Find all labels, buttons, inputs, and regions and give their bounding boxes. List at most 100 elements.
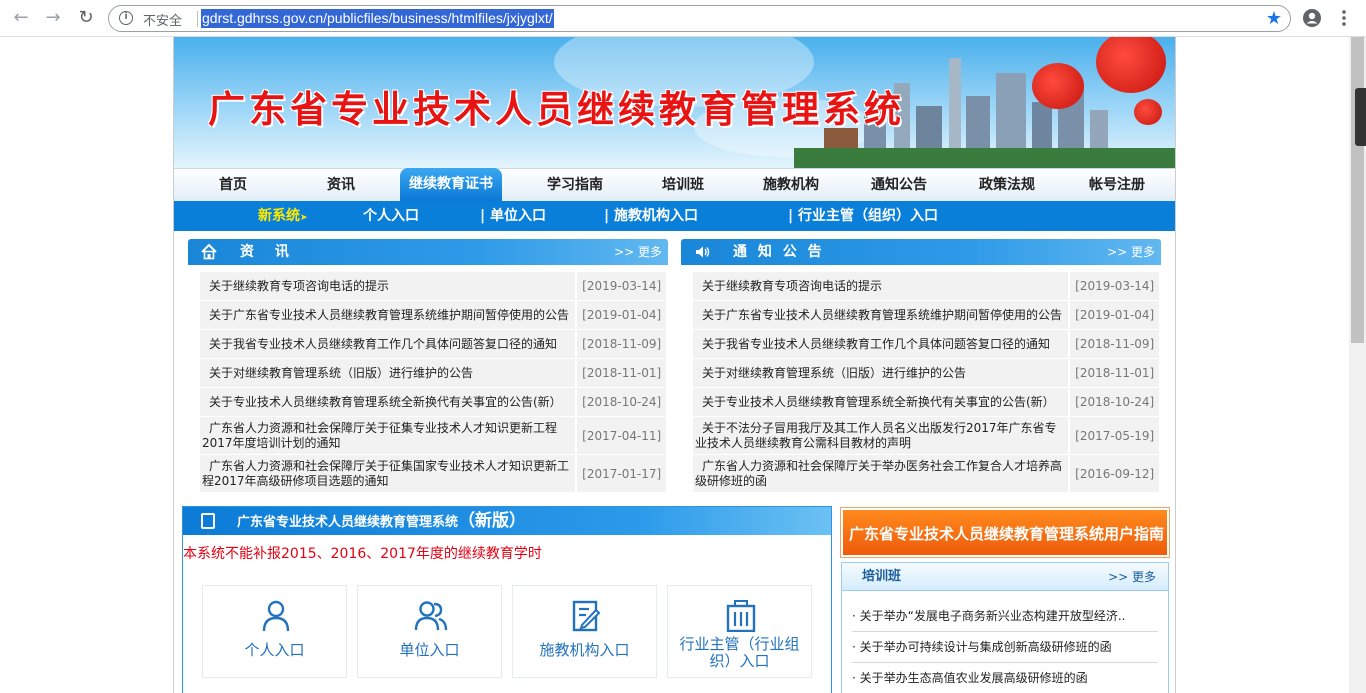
- news-panel-title: 资 讯: [240, 244, 297, 260]
- speaker-icon: [693, 243, 711, 261]
- training-box-header: 培训班 >> 更多: [842, 563, 1168, 591]
- notice-more-link[interactable]: >> 更多: [1107, 239, 1155, 265]
- info-icon[interactable]: i: [119, 11, 133, 25]
- news-title[interactable]: 关于广东省专业技术人员继续教育管理系统维护期间暂停使用的公告: [200, 301, 576, 329]
- news-title[interactable]: 广东省人力资源和社会保障厅关于征集专业技术人才知识更新工程2017年度培训计划的…: [200, 417, 576, 454]
- news-date: [2019-03-14]: [577, 272, 666, 300]
- notice-panel: 通 知 公 告 >> 更多 关于继续教育专项咨询电话的提示 [2019-03-14…: [681, 239, 1161, 493]
- news-panel: 资 讯 >> 更多 关于继续教育专项咨询电话的提示 [2019-03-14] 关于…: [188, 239, 668, 493]
- list-item[interactable]: 关于广东省专业技术人员继续教育管理系统维护期间暂停使用的公告 [2019-01-0…: [200, 301, 666, 330]
- notice-title[interactable]: 广东省人力资源和社会保障厅关于举办医务社会工作复合人才培养高级研修班的函: [693, 455, 1069, 492]
- news-date: [2019-01-04]: [577, 301, 666, 329]
- training-box-title: 培训班: [862, 569, 902, 584]
- scrollbar-thumb[interactable]: [1351, 37, 1364, 343]
- sub-nav-institution[interactable]: | 施教机构入口: [604, 201, 698, 231]
- news-date: [2018-11-09]: [577, 330, 666, 358]
- personal-entry-button[interactable]: 个人入口: [202, 585, 347, 678]
- news-title[interactable]: 广东省人力资源和社会保障厅关于征集国家专业技术人才知识更新工程2017年高级研修…: [200, 455, 576, 492]
- sub-nav-new-system[interactable]: 新系统➤: [258, 201, 308, 231]
- nav-certificate[interactable]: 继续教育证书: [400, 168, 502, 202]
- personal-entry-label: 个人入口: [244, 641, 305, 659]
- system-box-header: 广东省专业技术人员继续教育管理系统（新版）: [183, 507, 831, 535]
- list-item[interactable]: 关于不法分子冒用我厅及其工作人员名义出版发行2017年广东省专业技术人员继续教育…: [693, 417, 1159, 455]
- document-icon: [201, 513, 215, 529]
- nav-notices[interactable]: 通知公告: [856, 169, 942, 202]
- list-item[interactable]: · 关于举办可持续设计与集成创新高级研修班的函: [852, 632, 1158, 663]
- training-more-link[interactable]: >> 更多: [1108, 563, 1156, 591]
- news-more-link[interactable]: >> 更多: [614, 239, 662, 265]
- edit-doc-icon: [569, 600, 603, 632]
- flower-decoration: [1134, 99, 1162, 125]
- bookmark-star-icon[interactable]: ★: [1266, 8, 1282, 29]
- notice-title[interactable]: 关于我省专业技术人员继续教育工作几个具体问题答复口径的通知: [693, 330, 1069, 358]
- notice-title[interactable]: 关于不法分子冒用我厅及其工作人员名义出版发行2017年广东省专业技术人员继续教育…: [693, 417, 1069, 454]
- news-date: [2017-04-11]: [577, 417, 666, 454]
- sub-nav-unit[interactable]: | 单位入口: [480, 201, 546, 231]
- institution-entry-button[interactable]: 施教机构入口: [512, 585, 657, 678]
- nav-study-guide[interactable]: 学习指南: [532, 169, 618, 202]
- page-container: 广东省专业技术人员继续教育管理系统 首页 资讯 继续教育证书 学习指南 培训班 …: [173, 37, 1176, 693]
- notice-list: 关于继续教育专项咨询电话的提示 [2019-03-14] 关于广东省专业技术人员继…: [693, 272, 1159, 493]
- flower-decoration: [1096, 37, 1166, 93]
- news-title[interactable]: 关于我省专业技术人员继续教育工作几个具体问题答复口径的通知: [200, 330, 576, 358]
- reload-icon[interactable]: ↻: [76, 8, 96, 28]
- nav-institutions[interactable]: 施教机构: [748, 169, 834, 202]
- news-date: [2017-01-17]: [577, 455, 666, 492]
- building-icon: [724, 600, 758, 633]
- list-item[interactable]: 广东省人力资源和社会保障厅关于举办医务社会工作复合人才培养高级研修班的函 [201…: [693, 455, 1159, 493]
- list-item[interactable]: 关于广东省专业技术人员继续教育管理系统维护期间暂停使用的公告 [2019-01-0…: [693, 301, 1159, 330]
- sub-nav-personal[interactable]: 个人入口: [363, 201, 419, 231]
- list-item[interactable]: · 关于举办“发展电子商务新兴业态构建开放型经济..: [852, 601, 1158, 632]
- list-item[interactable]: 关于专业技术人员继续教育管理系统全新换代有关事宜的公告(新） [2018-10-2…: [693, 388, 1159, 417]
- unit-entry-button[interactable]: 单位入口: [357, 585, 502, 678]
- notice-title[interactable]: 关于专业技术人员继续教育管理系统全新换代有关事宜的公告(新）: [693, 388, 1069, 416]
- back-icon[interactable]: ←: [11, 8, 31, 28]
- list-item[interactable]: 广东省人力资源和社会保障厅关于征集专业技术人才知识更新工程2017年度培训计划的…: [200, 417, 666, 455]
- notice-title[interactable]: 关于对继续教育管理系统（旧版）进行维护的公告: [693, 359, 1069, 387]
- news-title[interactable]: 关于专业技术人员继续教育管理系统全新换代有关事宜的公告(新）: [200, 388, 576, 416]
- list-item[interactable]: 关于专业技术人员继续教育管理系统全新换代有关事宜的公告(新） [2018-10-2…: [200, 388, 666, 417]
- list-item[interactable]: 广东省人力资源和社会保障厅关于征集国家专业技术人才知识更新工程2017年高级研修…: [200, 455, 666, 493]
- nav-training[interactable]: 培训班: [648, 169, 718, 202]
- warning-text: 本系统不能补报2015、2016、2017年度的继续教育学时: [183, 546, 542, 562]
- notice-title[interactable]: 关于继续教育专项咨询电话的提示: [693, 272, 1069, 300]
- notice-date: [2017-05-19]: [1070, 417, 1159, 454]
- nav-home[interactable]: 首页: [194, 169, 272, 202]
- news-list: 关于继续教育专项咨询电话的提示 [2019-03-14] 关于广东省专业技术人员继…: [200, 272, 666, 493]
- sub-nav-industry[interactable]: | 行业主管（组织）入口: [788, 201, 938, 231]
- system-box-title-new: （新版）: [458, 511, 527, 531]
- nav-policies[interactable]: 政策法规: [964, 169, 1050, 202]
- news-title[interactable]: 关于继续教育专项咨询电话的提示: [200, 272, 576, 300]
- separator: [197, 11, 198, 27]
- notice-date: [2018-11-01]: [1070, 359, 1159, 387]
- list-item[interactable]: · 关于举办生态高值农业发展高级研修班的函: [852, 663, 1158, 693]
- sub-navigation: 新系统➤ 个人入口 | 单位入口 | 施教机构入口 | 行业主管（组织）入口: [174, 201, 1175, 231]
- browser-toolbar: ← → ↻ i 不安全 gdrst.gdhrss.gov.cn/publicfi…: [0, 0, 1366, 37]
- user-guide-banner[interactable]: 广东省专业技术人员继续教育管理系统用户指南: [840, 507, 1170, 558]
- news-date: [2018-10-24]: [577, 388, 666, 416]
- notice-date: [2019-03-14]: [1070, 272, 1159, 300]
- menu-icon[interactable]: [1334, 8, 1354, 28]
- ground-decoration: [794, 148, 1175, 168]
- url-text[interactable]: gdrst.gdhrss.gov.cn/publicfiles/business…: [201, 9, 554, 28]
- nav-register[interactable]: 帐号注册: [1074, 169, 1160, 202]
- list-item[interactable]: 关于我省专业技术人员继续教育工作几个具体问题答复口径的通知 [2018-11-09…: [693, 330, 1159, 359]
- list-item[interactable]: 关于对继续教育管理系统（旧版）进行维护的公告 [2018-11-01]: [693, 359, 1159, 388]
- industry-entry-button[interactable]: 行业主管（行业组织）入口: [667, 585, 812, 678]
- list-item[interactable]: 关于对继续教育管理系统（旧版）进行维护的公告 [2018-11-01]: [200, 359, 666, 388]
- list-item[interactable]: 关于我省专业技术人员继续教育工作几个具体问题答复口径的通知 [2018-11-09…: [200, 330, 666, 359]
- notice-date: [2018-10-24]: [1070, 388, 1159, 416]
- nav-news[interactable]: 资讯: [302, 169, 380, 202]
- forward-icon[interactable]: →: [43, 8, 63, 28]
- notice-title[interactable]: 关于广东省专业技术人员继续教育管理系统维护期间暂停使用的公告: [693, 301, 1069, 329]
- list-item[interactable]: 关于继续教育专项咨询电话的提示 [2019-03-14]: [200, 272, 666, 301]
- system-box-title-text: 广东省专业技术人员继续教育管理系统: [237, 515, 459, 530]
- news-panel-header: 资 讯 >> 更多: [188, 239, 668, 265]
- side-widget-icon[interactable]: [1355, 88, 1366, 146]
- training-box: 培训班 >> 更多 · 关于举办“发展电子商务新兴业态构建开放型经济.. · 关…: [841, 562, 1169, 693]
- group-icon: [414, 600, 448, 632]
- account-icon[interactable]: [1302, 8, 1322, 28]
- news-title[interactable]: 关于对继续教育管理系统（旧版）进行维护的公告: [200, 359, 576, 387]
- address-bar[interactable]: i 不安全 gdrst.gdhrss.gov.cn/publicfiles/bu…: [108, 5, 1291, 32]
- list-item[interactable]: 关于继续教育专项咨询电话的提示 [2019-03-14]: [693, 272, 1159, 301]
